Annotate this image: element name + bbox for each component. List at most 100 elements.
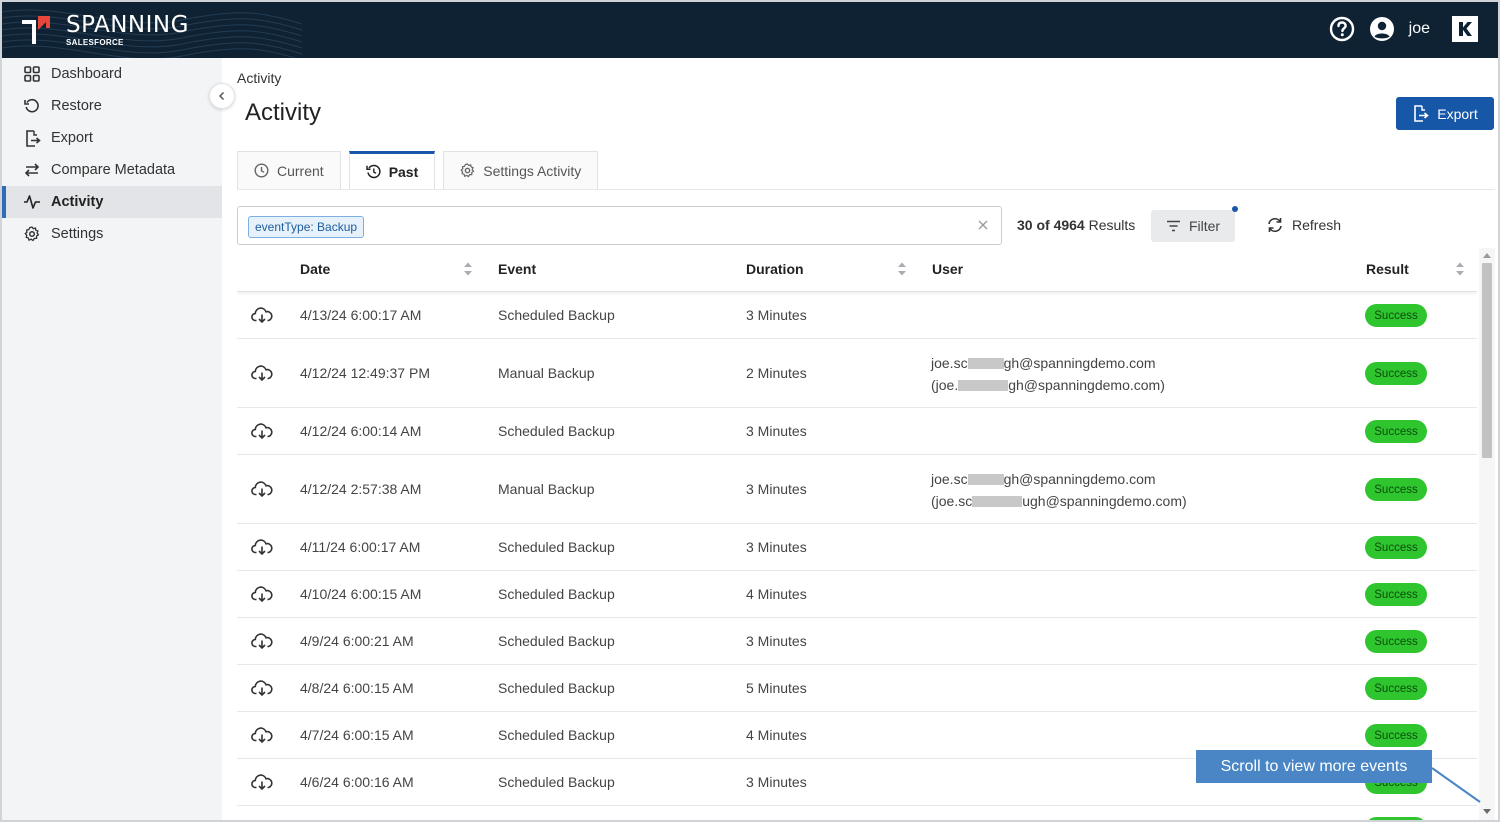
backup-cloud-icon — [251, 679, 273, 697]
filter-active-dot — [1232, 206, 1238, 212]
table-row[interactable]: 4/11/24 6:00:17 AM Scheduled Backup 3 Minu… — [237, 524, 1477, 571]
backup-cloud-icon — [251, 726, 273, 744]
sort-icon[interactable] — [1455, 261, 1465, 277]
table-row[interactable]: 4/9/24 6:00:21 AM Scheduled Backup 3 Minut… — [237, 618, 1477, 665]
table-row[interactable]: 4/12/24 6:00:14 AM Scheduled Backup 3 Minu… — [237, 408, 1477, 455]
cell-duration: 3 Minutes — [746, 539, 807, 555]
export-button[interactable]: Export — [1396, 97, 1494, 130]
column-header-result[interactable]: Result — [1366, 261, 1409, 277]
cell-date: 4/10/24 6:00:15 AM — [300, 586, 422, 602]
sidebar: Dashboard Restore Export Compare Metadat… — [2, 58, 222, 820]
breadcrumb[interactable]: Activity — [237, 70, 281, 86]
sidebar-item-label: Restore — [51, 98, 102, 114]
cell-event: Scheduled Backup — [498, 307, 615, 323]
scroll-up-arrow-icon[interactable] — [1483, 253, 1491, 258]
table-body: 4/13/24 6:00:17 AM Scheduled Backup 3 Minu… — [237, 292, 1477, 820]
clear-icon[interactable] — [975, 217, 991, 233]
sidebar-item-dashboard[interactable]: Dashboard — [2, 58, 222, 90]
user-email-part: gh@spanningdemo.com — [1003, 471, 1156, 487]
brand-name: SPANNING — [66, 12, 189, 38]
collapse-sidebar-button[interactable] — [209, 83, 235, 109]
username[interactable]: joe — [1409, 20, 1430, 38]
tab-settings-activity[interactable]: Settings Activity — [443, 151, 599, 189]
filter-lines-icon — [1166, 220, 1180, 232]
cell-date: 4/7/24 6:00:15 AM — [300, 727, 414, 743]
user-email-part: gh@spanningdemo.com) — [1008, 377, 1165, 393]
tab-current[interactable]: Current — [237, 151, 341, 189]
column-header-event[interactable]: Event — [498, 261, 536, 277]
sidebar-item-export[interactable]: Export — [2, 122, 222, 154]
user-email-part: joe.sc — [931, 471, 968, 487]
column-header-duration[interactable]: Duration — [746, 261, 804, 277]
redaction-blur — [967, 474, 1004, 485]
brand-subtitle: SALESFORCE — [66, 38, 124, 47]
table-row-partial — [237, 806, 1477, 820]
user-email-part: (joe. — [931, 377, 959, 393]
refresh-button[interactable]: Refresh — [1266, 216, 1341, 234]
compare-arrows-icon — [22, 160, 42, 180]
refresh-button-label: Refresh — [1292, 217, 1342, 233]
user-email-part: (joe.sc — [931, 493, 973, 509]
help-circle-icon[interactable] — [1329, 16, 1355, 42]
redaction-blur — [958, 380, 1009, 391]
scrollbar-thumb[interactable] — [1482, 263, 1492, 458]
filter-chip[interactable]: eventType: Backup — [248, 216, 365, 238]
backup-cloud-icon — [251, 364, 273, 382]
table-row[interactable]: 4/10/24 6:00:15 AM Scheduled Backup 4 Minu… — [237, 571, 1477, 618]
cell-event: Scheduled Backup — [498, 727, 615, 743]
export-button-label: Export — [1437, 105, 1478, 122]
table-row[interactable]: 4/8/24 6:00:15 AM Scheduled Backup 5 Minut… — [237, 665, 1477, 712]
column-header-user[interactable]: User — [932, 261, 963, 277]
cell-date: 4/11/24 6:00:17 AM — [300, 539, 421, 555]
filter-search-input[interactable]: eventType: Backup — [237, 206, 1002, 245]
scroll-down-arrow-icon[interactable] — [1483, 809, 1491, 814]
spanning-logo[interactable]: SPANNING SALESFORCE — [18, 12, 189, 48]
table-row[interactable]: 4/12/24 12:49:37 PM Manual Backup 2 Minute… — [237, 339, 1477, 408]
cell-duration: 4 Minutes — [746, 586, 807, 602]
sidebar-item-compare-metadata[interactable]: Compare Metadata — [2, 154, 222, 186]
tab-label: Past — [388, 163, 419, 180]
sidebar-item-activity[interactable]: Activity — [2, 186, 222, 218]
table-row[interactable]: 4/12/24 2:57:38 AM Manual Backup 3 Minutes… — [237, 455, 1477, 524]
chevron-left-icon — [218, 91, 225, 101]
tab-past[interactable]: Past — [348, 151, 436, 189]
results-count: 30 of 4964 Results — [1017, 217, 1135, 233]
cell-duration: 4 Minutes — [746, 727, 807, 743]
table-scrollbar[interactable] — [1479, 248, 1495, 820]
spanning-logo-icon — [22, 16, 50, 44]
cell-duration: 3 Minutes — [746, 633, 807, 649]
export-icon — [22, 128, 42, 148]
backup-cloud-icon — [251, 538, 273, 556]
cell-date: 4/9/24 6:00:21 AM — [300, 633, 414, 649]
filter-button[interactable]: Filter — [1151, 210, 1235, 242]
table-row[interactable]: 4/13/24 6:00:17 AM Scheduled Backup 3 Minu… — [237, 292, 1477, 339]
cell-event: Manual Backup — [498, 365, 595, 381]
sort-icon[interactable] — [897, 261, 907, 277]
user-avatar-icon[interactable] — [1369, 16, 1395, 42]
app-switcher-button[interactable] — [1452, 16, 1478, 42]
table-header: Date Event Duration User Result — [237, 248, 1477, 292]
user-email-line: (joe.sc ugh@spanningdemo.com) — [931, 490, 1187, 512]
status-badge: Success — [1365, 304, 1427, 327]
cell-date: 4/12/24 6:00:14 AM — [300, 423, 422, 439]
status-badge: Success — [1365, 536, 1427, 559]
page-title: Activity — [245, 99, 322, 126]
cell-duration: 2 Minutes — [746, 365, 807, 381]
status-badge: Success — [1365, 362, 1427, 385]
cell-date: 4/8/24 6:00:15 AM — [300, 680, 414, 696]
cell-user: joe.sc gh@spanningdemo.com (joe.sc ugh@span… — [931, 468, 1187, 512]
status-badge: Success — [1365, 677, 1427, 700]
cell-user: joe.sc gh@spanningdemo.com (joe. gh@spannin… — [931, 352, 1165, 396]
status-badge: Success — [1365, 583, 1427, 606]
backup-cloud-icon — [251, 773, 273, 791]
cell-event: Scheduled Backup — [498, 633, 615, 649]
sidebar-item-restore[interactable]: Restore — [2, 90, 222, 122]
redaction-blur — [972, 496, 1023, 507]
backup-cloud-icon — [251, 306, 273, 324]
kaseya-k-icon — [1459, 22, 1472, 36]
sidebar-item-label: Dashboard — [51, 66, 122, 82]
column-header-date[interactable]: Date — [300, 261, 330, 277]
sidebar-item-settings[interactable]: Settings — [2, 218, 222, 250]
sort-icon[interactable] — [463, 261, 473, 277]
grid-icon — [22, 64, 42, 84]
